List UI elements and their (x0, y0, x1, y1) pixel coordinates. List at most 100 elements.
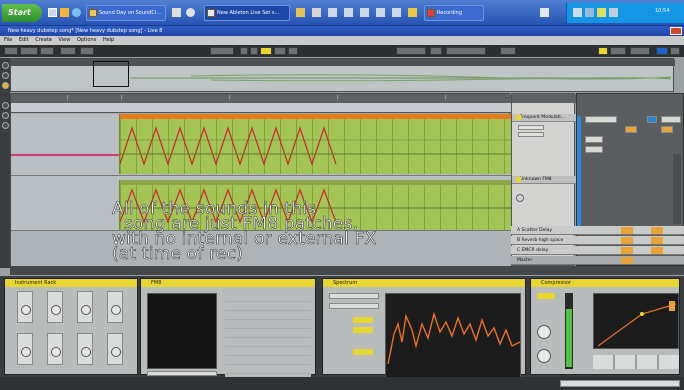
ie-icon[interactable] (72, 8, 81, 17)
knob-icon[interactable] (537, 349, 551, 363)
taskbar-task-recording[interactable]: Recording (424, 5, 484, 21)
return-c-level[interactable] (621, 247, 633, 254)
tool-icon-4[interactable] (344, 8, 353, 17)
output-chooser[interactable] (518, 132, 544, 137)
refresh-field[interactable] (353, 317, 373, 323)
menu-create[interactable]: Create (35, 37, 52, 43)
master-track[interactable]: Master (511, 256, 684, 265)
spectrum-device[interactable]: Spectrum (322, 278, 526, 379)
track-activator-icon[interactable] (516, 115, 521, 120)
mixer-field[interactable] (585, 116, 617, 123)
quick-launch-icon[interactable] (48, 8, 57, 17)
menu-view[interactable]: View (58, 37, 70, 43)
knob-icon[interactable] (81, 347, 91, 357)
taskbar-task-soundcloud[interactable]: Sound Day on SoundCl... (86, 5, 166, 21)
stop-icon[interactable] (250, 47, 258, 55)
track-name-2[interactable]: Unknown FM8 (512, 176, 576, 184)
return-b-solo[interactable] (651, 237, 663, 244)
file-browser-2-icon[interactable] (2, 112, 9, 119)
app-icon-2[interactable] (186, 8, 195, 17)
taskbar-task-ableton[interactable]: New Ableton Live Set s... (204, 5, 290, 21)
loop-brace-ruler[interactable] (11, 103, 511, 113)
arrangement-overview[interactable] (10, 58, 675, 92)
browser-toggle-icon[interactable] (2, 62, 9, 69)
knob-icon[interactable] (111, 305, 121, 315)
volume-icon[interactable] (585, 8, 594, 17)
device-title[interactable]: FM8 (141, 279, 315, 287)
knob-icon[interactable] (21, 305, 31, 315)
knob-icon[interactable] (21, 347, 31, 357)
mute-button[interactable] (661, 126, 673, 133)
device-title[interactable]: Spectrum (323, 279, 525, 287)
return-a-level[interactable] (621, 227, 633, 234)
tempo-field[interactable] (20, 47, 38, 55)
knob-icon[interactable] (51, 347, 61, 357)
macro-8[interactable] (107, 333, 123, 365)
draw-mode-button[interactable] (500, 47, 516, 55)
tap-button[interactable] (4, 47, 18, 55)
midi-clip[interactable] (119, 114, 512, 174)
browser-icon[interactable] (60, 8, 69, 17)
macro-2[interactable] (47, 291, 63, 323)
tool-icon-5[interactable] (360, 8, 369, 17)
tool-icon-8[interactable] (408, 8, 417, 17)
menu-edit[interactable]: Edit (19, 37, 29, 43)
tool-icon[interactable] (296, 8, 305, 17)
device-title[interactable]: Instrument Rack (5, 279, 137, 287)
block-selector[interactable] (329, 293, 379, 299)
compressor-controls[interactable] (593, 355, 679, 369)
master-level[interactable] (621, 257, 633, 264)
device-title[interactable]: Compressor (531, 279, 679, 287)
return-b-level[interactable] (621, 237, 633, 244)
plugin-browser-icon[interactable] (2, 82, 9, 89)
macro-1[interactable] (17, 291, 33, 323)
knob-icon[interactable] (51, 305, 61, 315)
return-a-solo[interactable] (651, 227, 663, 234)
file-browser-3-icon[interactable] (2, 122, 9, 129)
tool-icon-7[interactable] (392, 8, 401, 17)
fm8-device[interactable]: FM8 (140, 278, 316, 377)
overview-viewport[interactable] (93, 61, 129, 87)
macro-4[interactable] (107, 291, 123, 323)
device-browser-icon[interactable] (2, 72, 9, 79)
knob-icon[interactable] (537, 325, 551, 339)
quantize-menu[interactable] (80, 47, 94, 55)
channel-selector[interactable] (329, 303, 379, 309)
return-c-solo[interactable] (651, 247, 663, 254)
midi-map-button[interactable] (610, 47, 626, 55)
macro-7[interactable] (77, 333, 93, 365)
app-icon[interactable] (172, 8, 181, 17)
record-button[interactable] (260, 47, 272, 55)
overdub-button[interactable] (274, 47, 286, 55)
fm8-display[interactable] (147, 293, 217, 369)
graph-field[interactable] (353, 349, 373, 355)
file-browser-1-icon[interactable] (2, 102, 9, 109)
threshold-button[interactable] (537, 293, 555, 299)
tool-icon-3[interactable] (328, 8, 337, 17)
scrollbar[interactable] (673, 154, 681, 224)
key-map-button[interactable] (598, 47, 608, 55)
tray-app-icon[interactable] (540, 8, 549, 17)
automation-envelope[interactable] (120, 120, 512, 172)
macro-3[interactable] (77, 291, 93, 323)
input-chooser[interactable] (518, 125, 544, 130)
time-signature[interactable] (40, 47, 54, 55)
track-activator-icon[interactable] (516, 177, 521, 182)
arm-button[interactable] (647, 116, 657, 123)
display-icon[interactable] (609, 8, 618, 17)
automation-arm[interactable] (288, 47, 298, 55)
menu-help[interactable]: Help (103, 37, 114, 43)
avg-field[interactable] (353, 327, 373, 333)
close-icon[interactable] (670, 27, 682, 35)
tool-icon-2[interactable] (312, 8, 321, 17)
compressor-device[interactable]: Compressor (530, 278, 680, 375)
macro-5[interactable] (17, 333, 33, 365)
track-lane-1[interactable] (11, 114, 512, 176)
send-field[interactable] (585, 146, 603, 153)
network-icon[interactable] (573, 8, 582, 17)
instrument-rack-device[interactable]: Instrument Rack (4, 278, 138, 375)
play-icon[interactable] (240, 47, 248, 55)
macro-6[interactable] (47, 333, 63, 365)
compressor-transfer-graph[interactable] (593, 293, 679, 349)
beat-time-ruler[interactable]: | | | | | (11, 94, 511, 103)
